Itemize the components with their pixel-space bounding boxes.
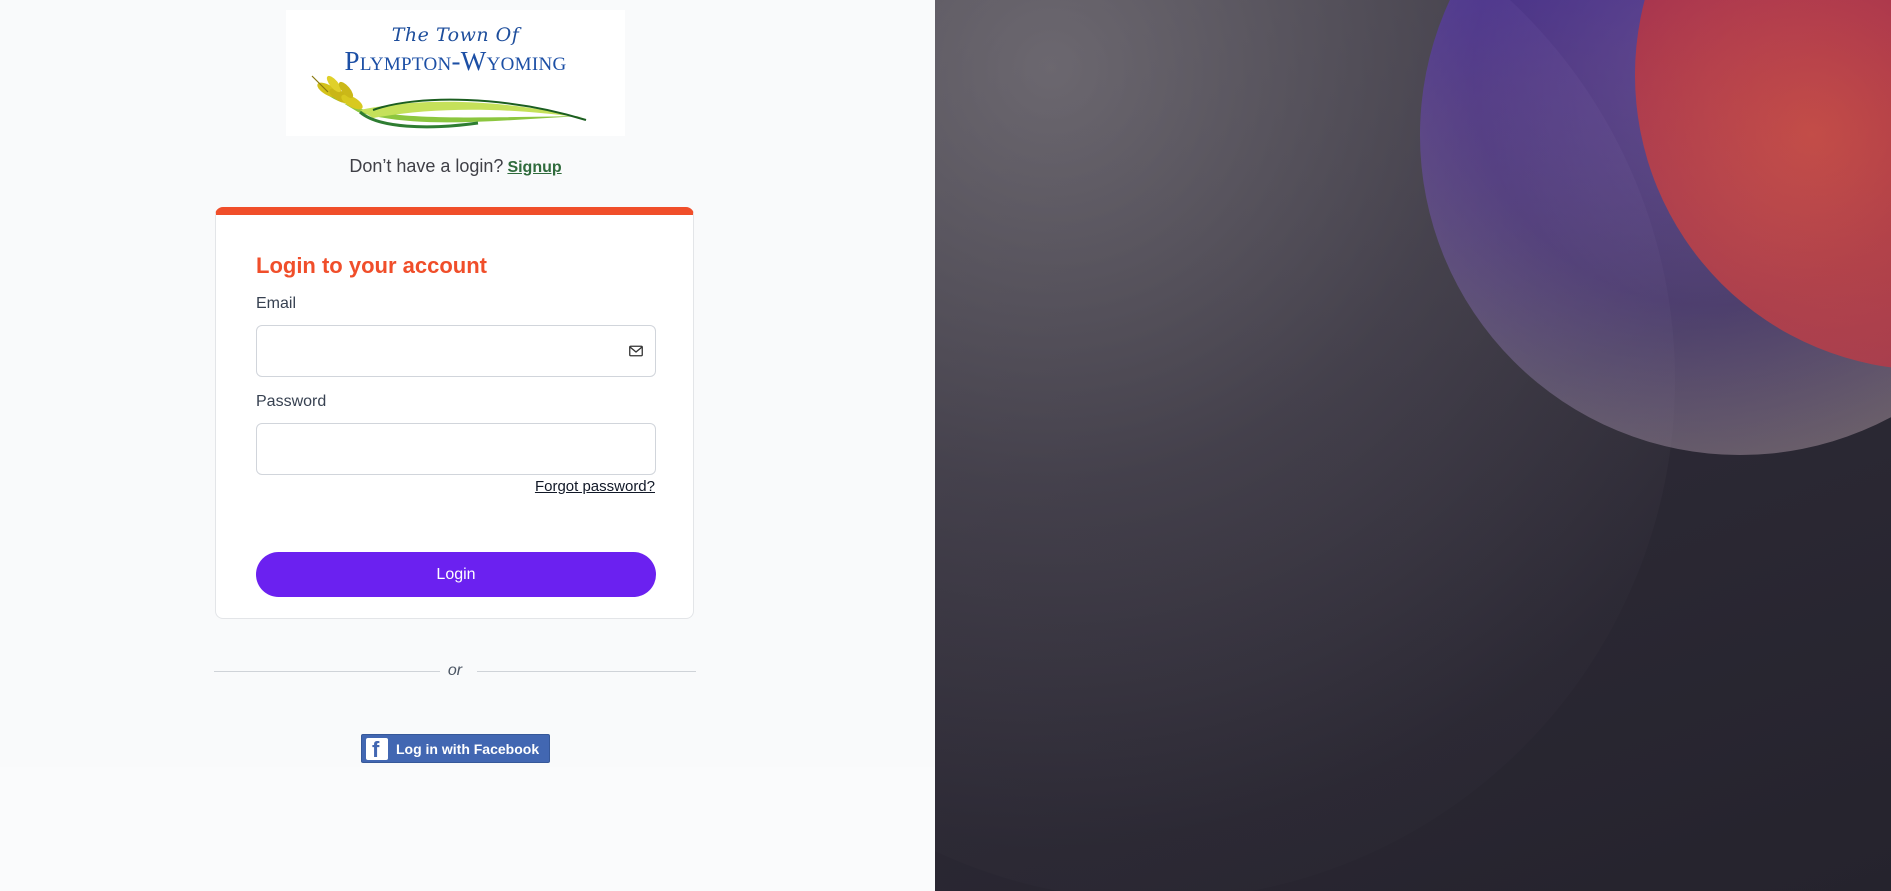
email-label: Email xyxy=(256,295,297,312)
facebook-login-label: Log in with Facebook xyxy=(396,740,540,757)
signup-prompt: Don’t have a login? Signup xyxy=(286,156,625,177)
mail-icon xyxy=(629,345,643,357)
login-card-title: Login to your account xyxy=(256,253,487,278)
login-page: The Town Of Plympton-Wyoming Don’t have … xyxy=(0,0,1891,891)
or-divider: or xyxy=(214,662,696,680)
decorative-background xyxy=(935,0,1891,891)
email-field-wrapper xyxy=(256,325,656,377)
divider-text: or xyxy=(447,662,463,679)
facebook-login-button[interactable]: f Log in with Facebook xyxy=(361,734,550,763)
town-logo: The Town Of Plympton-Wyoming xyxy=(286,10,625,136)
facebook-icon: f xyxy=(366,737,388,762)
email-field[interactable] xyxy=(257,326,655,376)
logo-tagline: The Town Of xyxy=(391,24,520,46)
password-field[interactable] xyxy=(257,424,655,474)
panel-footer-area xyxy=(0,767,935,891)
forgot-password-link[interactable]: Forgot password? xyxy=(535,478,655,495)
wheat-icon xyxy=(311,75,587,129)
login-button[interactable]: Login xyxy=(256,552,656,597)
login-card: Login to your account Email Password For… xyxy=(215,207,694,619)
login-panel: The Town Of Plympton-Wyoming Don’t have … xyxy=(0,0,935,891)
password-label: Password xyxy=(256,393,327,410)
signup-link[interactable]: Signup xyxy=(507,159,561,176)
signup-prompt-text: Don’t have a login? xyxy=(349,156,504,176)
password-field-wrapper xyxy=(256,423,656,475)
